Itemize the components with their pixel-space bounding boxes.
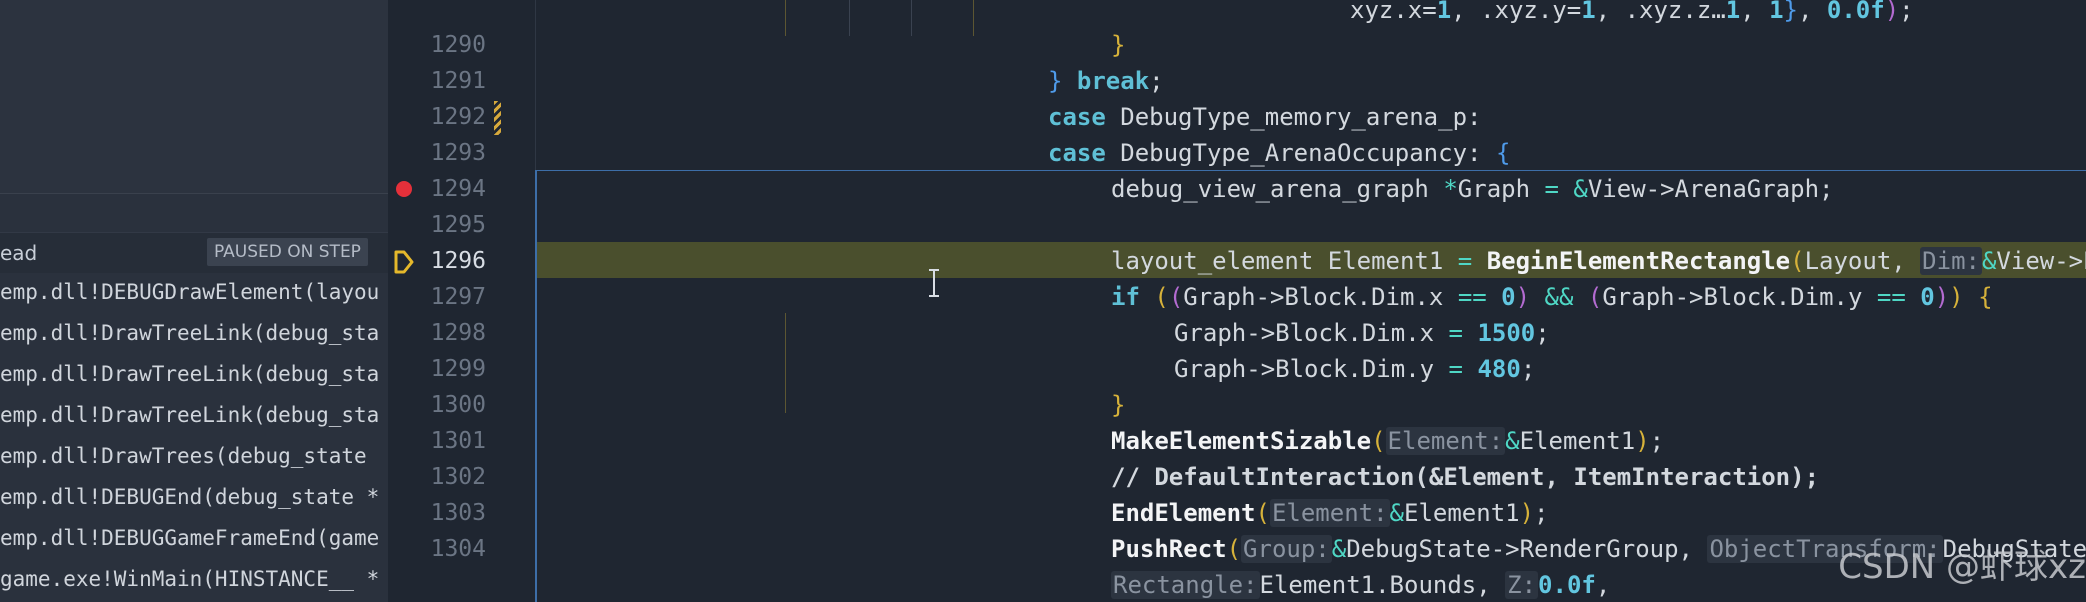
call-stack-panel: ead PAUSED ON STEP emp.dll!DEBUGDrawElem…	[0, 0, 388, 602]
code-line: xyz.x=1, .xyz.y=1, .xyz.z…1, 1}, 0.0f);	[1350, 0, 1914, 24]
code-line: }	[1111, 31, 1126, 59]
indent-guide	[785, 313, 786, 413]
code-line: Graph->Block.Dim.y = 480;	[1174, 355, 1536, 383]
code-editor[interactable]: 1290 1291 1292 1293 1294 1295 1296 1297 …	[388, 0, 2086, 602]
line-number: 1293	[430, 140, 486, 166]
code-line: if ((Graph->Block.Dim.x == 0) && (Graph-…	[1111, 283, 1993, 311]
line-number: 1303	[430, 500, 486, 526]
line-number-gutter[interactable]: 1290 1291 1292 1293 1294 1295 1296 1297 …	[388, 0, 536, 602]
indent-guide	[785, 0, 786, 36]
code-line: Rectangle:Element1.Bounds, Z:0.0f,	[1111, 571, 1611, 599]
thread-label: ead	[0, 241, 38, 265]
watermark: CSDN @虾球xz	[1838, 547, 2086, 587]
stack-frame[interactable]: emp.dll!DrawTrees(debug_state	[0, 436, 388, 477]
line-number: 1292	[430, 104, 486, 130]
line-number: 1299	[430, 356, 486, 382]
stack-frame[interactable]: game.exe!WinMain(HINSTANCE__ *	[0, 559, 388, 600]
call-stack-header: ead PAUSED ON STEP	[0, 232, 388, 273]
code-line: // DefaultInteraction(&Element, ItemInte…	[1111, 463, 1820, 491]
stack-frame[interactable]: emp.dll!DEBUGEnd(debug_state *	[0, 477, 388, 518]
stack-frame[interactable]: emp.dll!DEBUGGameFrameEnd(game	[0, 518, 388, 559]
breakpoint-icon[interactable]	[396, 181, 412, 197]
line-number: 1298	[430, 320, 486, 346]
stack-frame[interactable]: emp.dll!DrawTreeLink(debug_sta	[0, 313, 388, 354]
text-cursor-icon	[929, 269, 939, 297]
indent-guide	[849, 0, 850, 36]
paused-status-badge: PAUSED ON STEP	[207, 238, 368, 266]
code-line: debug_view_arena_graph *Graph = &View->A…	[1111, 175, 1834, 203]
stack-frame[interactable]: emp.dll!DEBUGDrawElement(layou	[0, 272, 388, 313]
stack-frame[interactable]: emp.dll!DrawTreeLink(debug_sta	[0, 395, 388, 436]
git-modified-marker	[494, 101, 501, 135]
line-number: 1302	[430, 464, 486, 490]
code-line: case DebugType_ArenaOccupancy: {	[1048, 139, 1511, 167]
line-number: 1304	[430, 536, 486, 562]
line-number: 1295	[430, 212, 486, 238]
stack-frame-list: emp.dll!DEBUGDrawElement(layou emp.dll!D…	[0, 272, 388, 600]
execution-pointer-icon	[394, 250, 414, 274]
line-number: 1300	[430, 392, 486, 418]
indent-guide	[973, 0, 974, 36]
line-number: 1290	[430, 32, 486, 58]
panel-divider	[0, 193, 388, 194]
code-line: }	[1111, 391, 1126, 419]
code-line: Graph->Block.Dim.x = 1500;	[1174, 319, 1550, 347]
stack-frame[interactable]: emp.dll!DrawTreeLink(debug_sta	[0, 354, 388, 395]
code-line-current: layout_element Element1 = BeginElementRe…	[1111, 247, 2086, 275]
code-line: MakeElementSizable(Element:&Element1);	[1111, 427, 1665, 455]
debug-panel-upper	[0, 0, 388, 193]
code-line: } break;	[1048, 67, 1164, 95]
line-number: 1301	[430, 428, 486, 454]
code-line: case DebugType_memory_arena_p:	[1048, 103, 1482, 131]
indent-guide	[911, 0, 912, 36]
line-number: 1291	[430, 68, 486, 94]
line-number: 1297	[430, 284, 486, 310]
code-line: EndElement(Element:&Element1);	[1111, 499, 1549, 527]
